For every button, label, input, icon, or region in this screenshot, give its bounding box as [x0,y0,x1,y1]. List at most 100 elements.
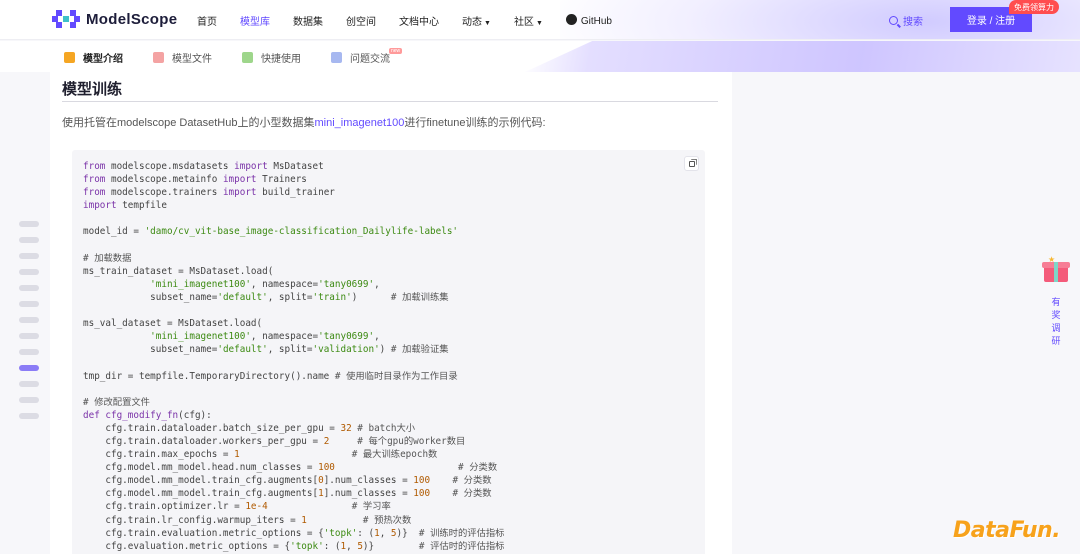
code-line: subset_name='default', split='validation… [83,344,448,356]
code-block[interactable]: from modelscope.msdatasets import MsData… [72,150,705,554]
nav-item-community[interactable]: 社区 ▼ [514,13,543,28]
code-token: 'tany0699' [318,331,375,343]
code-token: def [83,409,100,421]
nav-item-datasets[interactable]: 数据集 [293,13,323,28]
copy-button[interactable] [684,156,699,171]
file-icon [153,52,164,63]
code-content[interactable]: from modelscope.msdatasets import MsData… [83,160,504,553]
code-line: # 修改配置文件 [83,397,150,408]
tab-quick-use[interactable]: 快捷使用 [242,50,301,65]
outline-item[interactable] [19,365,39,371]
code-token: # 学习率 [351,501,391,513]
code-token: cfg.evaluation.metric_options = { [83,540,291,552]
code-token: 100 [413,475,431,487]
code-token: # 训练时的评估指标 [418,527,505,539]
code-token: (cfg): [178,409,212,421]
tabs-gradient [525,41,1080,72]
code-token: cfg.train.optimizer.lr = [83,501,246,513]
survey-widget[interactable]: ★ 有奖调研 [1038,236,1074,356]
code-token: cfg_modify_fn [99,409,179,421]
tab-label: 模型介绍 [83,54,123,65]
tab-model-intro[interactable]: 模型介绍 [64,50,123,65]
code-token: , [374,331,380,343]
nav-item-studios[interactable]: 创空间 [346,13,376,28]
code-token: import [234,161,268,172]
survey-label: 有奖调研 [1051,297,1061,346]
code-token: Trainers [256,174,307,186]
outline-item[interactable] [19,301,39,307]
nav-item-docs[interactable]: 文档中心 [399,13,439,28]
code-token: # 预热次数 [362,514,412,526]
logo[interactable]: ModelScope [52,10,177,28]
section-title: 模型训练 [62,81,123,98]
intro-before: 使用托管在modelscope DatasetHub上的小型数据集 [62,117,315,129]
outline-item[interactable] [19,221,39,227]
model-readme: 模型训练 使用托管在modelscope DatasetHub上的小型数据集mi… [50,72,732,554]
code-token: # 加载数据 [83,252,132,264]
outline-item[interactable] [19,285,39,291]
nav-item-models[interactable]: 模型库 [240,13,270,28]
model-tabs: 模型介绍 模型文件 快捷使用 问题交流 new [0,41,1080,72]
code-token: ].num_classes = [323,488,414,500]
outline-item[interactable] [19,413,39,419]
outline-item[interactable] [19,237,39,243]
code-line: ms_train_dataset = MsDataset.load( [83,266,273,277]
tab-discussion[interactable]: 问题交流 [331,50,390,65]
code-token: # 修改配置文件 [83,396,150,408]
code-token: 32 [340,422,352,434]
outline-item[interactable] [19,317,39,323]
code-token: # 最大训练epoch数 [351,449,438,461]
code-token: , [346,540,358,552]
free-compute-badge[interactable]: 免费领算力 [1009,0,1059,14]
code-token: , namespace= [250,278,319,290]
code-token: , split= [267,291,313,303]
code-token: ms_train_dataset = MsDataset.load( [83,265,274,277]
nav-item-github[interactable]: GitHub [565,13,612,27]
code-token: subset_name= [83,291,218,303]
datafun-watermark-logo: DataFun. [953,518,1068,548]
copy-icon [688,160,695,167]
outline-item[interactable] [19,349,39,355]
nav-item-github-label: GitHub [580,15,612,27]
dataset-link[interactable]: mini_imagenet100 [314,117,404,129]
code-token: import [83,200,117,212]
tab-label: 问题交流 [350,54,390,65]
logo-text: ModelScope [86,10,178,28]
nav-item-news[interactable]: 动态 ▼ [462,13,491,28]
nav-item-home[interactable]: 首页 [197,13,217,28]
outline-item[interactable] [19,269,39,275]
outline-item[interactable] [19,397,39,403]
code-line: cfg.evaluation.metric_options = {'topk':… [83,541,504,552]
outline-item[interactable] [19,333,39,339]
nav-item-community-label: 社区 [513,16,534,28]
intro-after: 进行finetune训练的示例代码: [404,117,546,129]
code-line: cfg.train.max_epochs = 1 # 最大训练epoch数 [83,449,437,460]
gift-icon: ★ [1042,255,1070,282]
top-navbar: ModelScope 首页 模型库 数据集 创空间 文档中心 动态 ▼ 社区 ▼ G… [0,0,1080,40]
tab-model-files[interactable]: 模型文件 [153,50,212,65]
github-icon [565,13,577,25]
outline-item[interactable] [19,381,39,387]
outline-item[interactable] [19,253,39,259]
code-line: cfg.model.mm_model.train_cfg.augments[0]… [83,475,491,487]
code-token: ].num_classes = [323,475,414,487]
code-token: # 使用临时目录作为工作目录 [334,370,458,382]
code-line: cfg.train.lr_config.warmup_iters = 1 # 预… [83,515,411,526]
search-button[interactable]: 搜索 [889,13,923,28]
nav-item-news-label: 动态 [462,16,482,28]
new-badge: new [389,48,403,54]
code-token: : ( [323,540,341,552]
send-icon [242,52,253,63]
code-line: from modelscope.metainfo import Trainers [83,174,307,185]
divider [62,101,718,102]
code-token: 'default' [217,291,268,303]
code-token: from [83,174,106,186]
main-nav: 首页 模型库 数据集 创空间 文档中心 动态 ▼ 社区 ▼ GitHub [197,0,635,39]
code-token: ) [379,344,391,356]
